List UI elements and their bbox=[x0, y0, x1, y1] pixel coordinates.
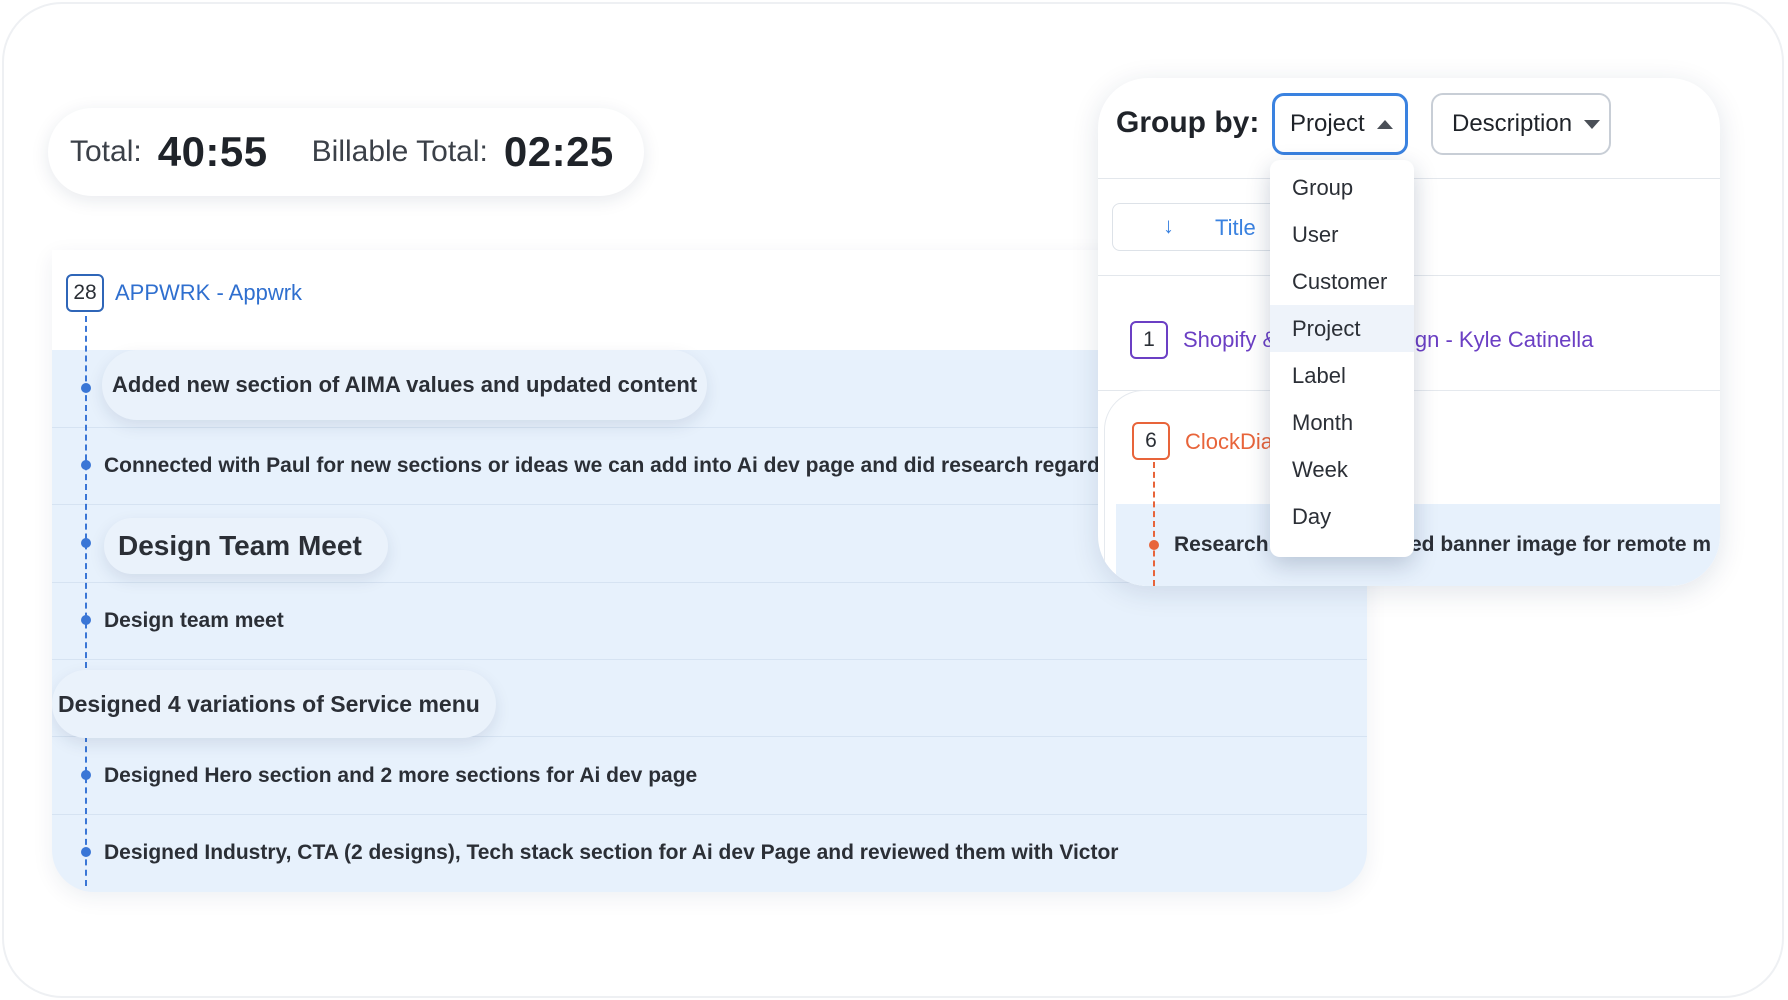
group-project-link[interactable]: ClockDia bbox=[1185, 429, 1273, 455]
group-count-badge: 1 bbox=[1130, 321, 1168, 359]
entry-text: Design Team Meet bbox=[118, 530, 362, 561]
timeline-dot bbox=[81, 538, 91, 548]
billable-total-label: Billable Total: bbox=[311, 135, 488, 168]
timeline-dot bbox=[81, 847, 91, 857]
entry-text: Added new section of AIMA values and upd… bbox=[112, 372, 698, 397]
group-by-selected-value: Project bbox=[1290, 110, 1365, 137]
entry-count-badge: 28 bbox=[66, 274, 104, 312]
menu-item-user[interactable]: User bbox=[1270, 211, 1414, 258]
entry-text-right[interactable]: ed banner image for remote m bbox=[1410, 533, 1711, 557]
entry-text[interactable]: Design team meet bbox=[104, 609, 284, 633]
timeline-dot bbox=[81, 383, 91, 393]
group-by-label: Group by: bbox=[1116, 106, 1260, 139]
totals-summary: Total: 40:55 Billable Total: 02:25 bbox=[48, 108, 644, 196]
entry-group-pill[interactable]: Designed 4 variations of Service menu bbox=[52, 670, 496, 738]
entry-group-pill[interactable]: Added new section of AIMA values and upd… bbox=[102, 350, 708, 420]
group-count-badge: 6 bbox=[1132, 422, 1170, 460]
entry-group-pill[interactable]: Design Team Meet bbox=[104, 518, 388, 574]
group-project-link-right[interactable]: ign - Kyle Catinella bbox=[1410, 327, 1593, 353]
entry-text[interactable]: Designed Hero section and 2 more section… bbox=[104, 764, 697, 788]
project-link[interactable]: APPWRK - Appwrk bbox=[115, 280, 302, 306]
timeline-line bbox=[1153, 462, 1155, 586]
menu-item-day[interactable]: Day bbox=[1270, 493, 1414, 540]
timeline-dot bbox=[81, 615, 91, 625]
entry-text[interactable]: Connected with Paul for new sections or … bbox=[104, 454, 1150, 478]
arrow-down-icon: ↓ bbox=[1163, 213, 1174, 238]
menu-item-customer[interactable]: Customer bbox=[1270, 258, 1414, 305]
menu-item-group[interactable]: Group bbox=[1270, 164, 1414, 211]
timeline-dot bbox=[1149, 540, 1159, 550]
description-select[interactable]: Description bbox=[1431, 93, 1611, 155]
total-value: 40:55 bbox=[157, 128, 268, 175]
group-project-link[interactable]: Shopify & bbox=[1183, 327, 1277, 353]
menu-item-week[interactable]: Week bbox=[1270, 446, 1414, 493]
menu-item-label[interactable]: Label bbox=[1270, 352, 1414, 399]
entry-text[interactable]: Research bbox=[1174, 533, 1269, 557]
caret-up-icon bbox=[1376, 119, 1393, 129]
menu-item-project[interactable]: Project bbox=[1270, 305, 1414, 352]
entry-text: Designed 4 variations of Service menu bbox=[58, 690, 480, 717]
total-label: Total: bbox=[70, 135, 142, 168]
billable-total-value: 02:25 bbox=[503, 128, 614, 175]
description-select-value: Description bbox=[1452, 110, 1573, 137]
entry-text[interactable]: Designed Industry, CTA (2 designs), Tech… bbox=[104, 841, 1118, 865]
timeline-dot bbox=[81, 460, 91, 470]
group-by-select[interactable]: Project bbox=[1272, 93, 1408, 155]
menu-item-month[interactable]: Month bbox=[1270, 399, 1414, 446]
caret-down-icon bbox=[1584, 119, 1601, 129]
group-by-dropdown-menu: Group User Customer Project Label Month … bbox=[1270, 160, 1414, 557]
sort-title-button[interactable]: ↓ Title bbox=[1112, 203, 1292, 251]
timeline-dot bbox=[81, 770, 91, 780]
sort-title-label: Title bbox=[1215, 215, 1256, 240]
timeline-line bbox=[85, 736, 87, 886]
